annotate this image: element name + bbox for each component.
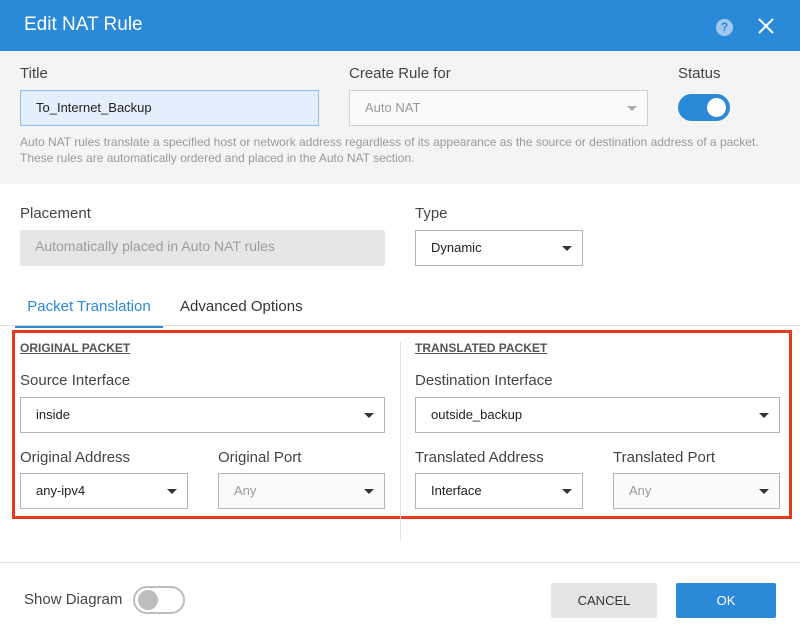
chevron-down-icon [364,413,374,418]
title-input[interactable]: To_Internet_Backup [20,90,319,126]
help-icon[interactable]: ? [716,19,733,36]
chevron-down-icon [759,413,769,418]
ok-button[interactable]: OK [676,583,776,618]
source-interface-value: inside [36,407,70,422]
chevron-down-icon [562,246,572,251]
toggle-knob [138,590,158,610]
tab-advanced-options[interactable]: Advanced Options [180,298,303,328]
source-interface-select[interactable]: inside [20,397,385,433]
type-select[interactable]: Dynamic [415,230,583,266]
create-rule-label: Create Rule for [349,65,451,82]
cancel-button[interactable]: CANCEL [551,583,657,618]
type-label: Type [415,205,448,222]
original-port-label: Original Port [218,449,302,466]
dialog-header: Edit NAT Rule ? [0,0,800,51]
original-address-value: any-ipv4 [36,483,86,498]
status-label: Status [678,65,721,82]
destination-interface-select[interactable]: outside_backup [415,397,780,433]
destination-interface-value: outside_backup [431,407,523,422]
close-icon[interactable] [755,15,777,37]
chevron-down-icon [562,489,572,494]
chevron-down-icon [759,489,769,494]
title-label: Title [20,65,48,82]
chevron-down-icon [627,106,637,111]
translated-port-label: Translated Port [613,449,715,466]
tab-divider [0,325,800,326]
translated-port-value: Any [629,483,652,498]
show-diagram-toggle[interactable] [133,586,185,614]
original-port-value: Any [234,483,257,498]
translated-packet-heading: TRANSLATED PACKET [415,341,548,355]
original-packet-heading: ORIGINAL PACKET [20,341,131,355]
placement-field: Automatically placed in Auto NAT rules [20,230,385,266]
create-rule-select: Auto NAT [349,90,648,126]
tab-packet-translation[interactable]: Packet Translation [15,298,163,328]
original-port-select[interactable]: Any [218,473,385,509]
toggle-knob [707,98,726,117]
original-address-label: Original Address [20,449,131,466]
destination-interface-label: Destination Interface [415,372,553,389]
translated-port-select[interactable]: Any [613,473,780,509]
chevron-down-icon [364,489,374,494]
create-rule-value: Auto NAT [365,100,421,115]
dialog-title: Edit NAT Rule [24,14,143,35]
show-diagram-label: Show Diagram [24,591,123,608]
footer-divider [0,562,800,563]
type-value: Dynamic [431,240,482,255]
chevron-down-icon [167,489,177,494]
translated-address-value: Interface [431,483,482,498]
source-interface-label: Source Interface [20,372,131,389]
help-text: Auto NAT rules translate a specified hos… [20,135,759,165]
status-toggle[interactable] [678,94,730,121]
translated-address-select[interactable]: Interface [415,473,583,509]
translated-address-label: Translated Address [415,449,544,466]
original-address-select[interactable]: any-ipv4 [20,473,188,509]
column-divider [400,342,401,540]
placement-label: Placement [20,205,91,222]
